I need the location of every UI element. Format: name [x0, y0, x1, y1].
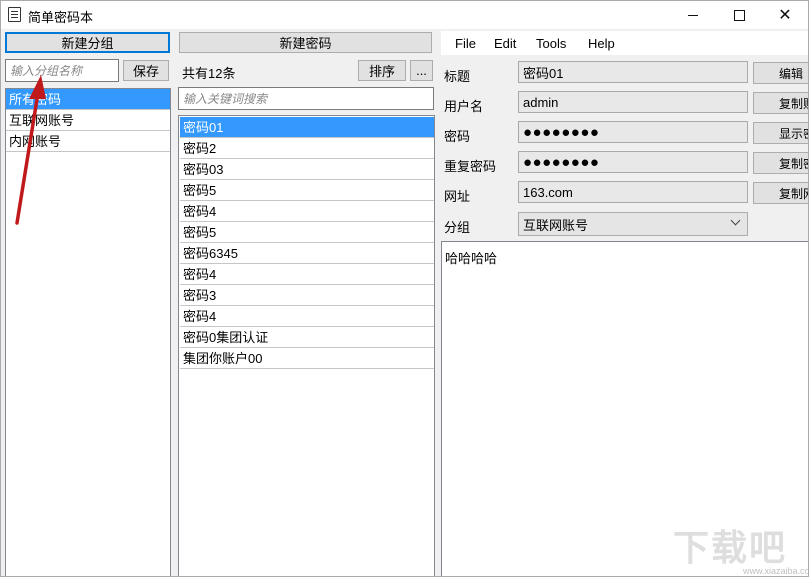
copy-password-button[interactable]: 复制密码: [753, 152, 809, 174]
url-field[interactable]: 163.com: [518, 181, 748, 203]
minimize-button[interactable]: [670, 1, 716, 29]
new-group-button[interactable]: 新建分组: [5, 32, 170, 53]
group-name-placeholder: 输入分组名称: [10, 62, 82, 79]
password-item[interactable]: 集团你账户00: [180, 348, 434, 369]
title-label: 标题: [444, 66, 470, 85]
maximize-button[interactable]: [716, 1, 762, 29]
group-select-value: 互联网账号: [523, 215, 588, 234]
sort-button[interactable]: 排序: [358, 60, 406, 81]
password-list: 密码01 密码2 密码03 密码5 密码4 密码5 密码6345 密码4 密码3…: [178, 115, 435, 577]
edit-button[interactable]: 编辑: [753, 62, 809, 84]
close-button[interactable]: ✕: [762, 1, 808, 29]
group-name-input[interactable]: 输入分组名称: [5, 59, 119, 82]
title-field[interactable]: 密码01: [518, 61, 748, 83]
group-select[interactable]: 互联网账号: [518, 212, 748, 236]
watermark-logo: 下载吧 www.xiazaiba.com: [673, 519, 808, 577]
menu-help[interactable]: Help: [588, 36, 615, 51]
password-item[interactable]: 密码2: [180, 138, 434, 159]
password-item[interactable]: 密码3: [180, 285, 434, 306]
menu-edit[interactable]: Edit: [494, 36, 516, 51]
repeat-password-label: 重复密码: [444, 156, 496, 175]
password-field[interactable]: ●●●●●●●●: [518, 121, 748, 143]
password-item[interactable]: 密码6345: [180, 243, 434, 264]
password-item[interactable]: 密码4: [180, 306, 434, 327]
show-password-button[interactable]: 显示密码: [753, 122, 809, 144]
save-group-button[interactable]: 保存: [123, 60, 169, 81]
notebook-icon: [8, 7, 21, 22]
password-item[interactable]: 密码4: [180, 264, 434, 285]
password-count: 共有12条: [182, 63, 235, 82]
password-item[interactable]: 密码03: [180, 159, 434, 180]
menu-file[interactable]: File: [455, 36, 476, 51]
password-item[interactable]: 密码4: [180, 201, 434, 222]
password-item[interactable]: 密码5: [180, 180, 434, 201]
chevron-down-icon: [731, 216, 741, 226]
app-window: 简单密码本 ✕ 新建分组 输入分组名称 保存 所有密码 互联网账号 内网账号 新…: [0, 0, 809, 577]
watermark-text: 下载吧: [673, 527, 787, 568]
password-label: 密码: [444, 126, 470, 145]
window-title: 简单密码本: [28, 7, 93, 26]
menu-tools[interactable]: Tools: [536, 36, 566, 51]
username-label: 用户名: [444, 96, 483, 115]
copy-url-button[interactable]: 复制网址: [753, 182, 809, 204]
search-input[interactable]: 输入关键词搜索: [178, 87, 434, 110]
group-item-intranet[interactable]: 内网账号: [6, 131, 170, 152]
repeat-password-field[interactable]: ●●●●●●●●: [518, 151, 748, 173]
group-item-all[interactable]: 所有密码: [6, 89, 170, 110]
group-item-internet[interactable]: 互联网账号: [6, 110, 170, 131]
username-field[interactable]: admin: [518, 91, 748, 113]
password-item[interactable]: 密码01: [180, 117, 434, 138]
copy-username-button[interactable]: 复制账号: [753, 92, 809, 114]
group-list: 所有密码 互联网账号 内网账号: [5, 88, 171, 577]
new-password-button[interactable]: 新建密码: [179, 32, 432, 53]
url-label: 网址: [444, 186, 470, 205]
title-bar: 简单密码本 ✕: [1, 1, 808, 29]
more-options-button[interactable]: ...: [410, 60, 433, 81]
password-item[interactable]: 密码5: [180, 222, 434, 243]
menu-bar: File Edit Tools Help: [441, 31, 809, 55]
password-item[interactable]: 密码0集团认证: [180, 327, 434, 348]
watermark-url: www.xiazaiba.com: [743, 566, 809, 576]
group-label: 分组: [444, 217, 470, 236]
search-placeholder: 输入关键词搜索: [183, 90, 267, 107]
